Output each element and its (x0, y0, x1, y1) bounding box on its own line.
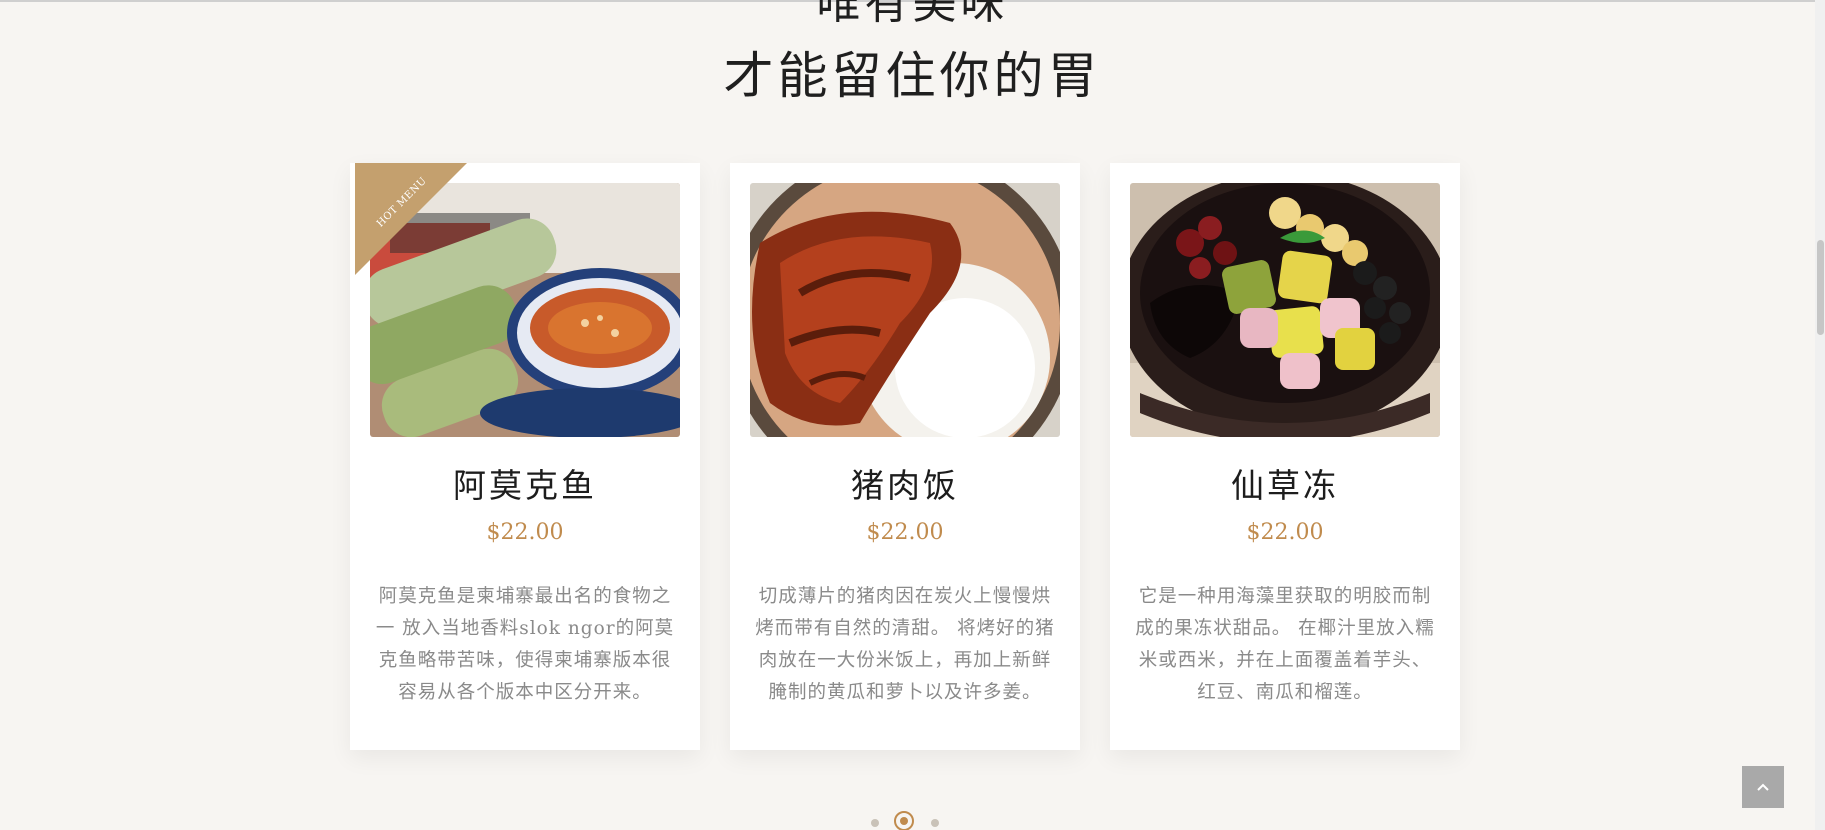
dish-description: 切成薄片的猪肉因在炭火上慢慢烘烤而带有自然的清甜。 将烤好的猪肉放在一大份米饭上… (755, 586, 1055, 703)
dish-description: 它是一种用海藻里获取的明胶而制成的果冻状甜品。 在椰汁里放入糯米或西米，并在上面… (1135, 586, 1435, 703)
menu-card-pork-rice[interactable]: 猪肉饭 $22.00 切成薄片的猪肉因在炭火上慢慢烘烤而带有自然的清甜。 将烤好… (730, 163, 1080, 750)
pager-dot-3[interactable] (931, 819, 939, 827)
section-heading-line1: 唯有美味 (816, 0, 1009, 29)
page: 唯有美味 才能留住你的胃 HOT MENU 阿莫克鱼 $22.00 阿莫克鱼是柬… (0, 0, 1825, 830)
dish-price: $22.00 (866, 520, 944, 545)
ribbon-shape (355, 163, 467, 275)
dish-price: $22.00 (486, 520, 564, 545)
back-to-top-button[interactable] (1742, 766, 1784, 808)
dish-name[interactable]: 阿莫克鱼 (350, 463, 700, 509)
chevron-up-icon (1757, 783, 1769, 791)
dish-photo-grass-jelly (1130, 183, 1440, 437)
pager-dot-2-active[interactable] (894, 811, 914, 830)
pager-dot-1[interactable] (871, 819, 879, 827)
dish-photo-pork-rice (750, 183, 1060, 437)
scrollbar-track[interactable] (1815, 0, 1825, 830)
dish-image-pork-rice[interactable] (750, 183, 1060, 437)
dish-price: $22.00 (1246, 520, 1324, 545)
menu-card-amok[interactable]: HOT MENU 阿莫克鱼 $22.00 阿莫克鱼是柬埔寨最出名的食物之一 放入… (350, 163, 700, 750)
hot-menu-ribbon: HOT MENU (355, 163, 467, 275)
menu-card-grass-jelly[interactable]: 仙草冻 $22.00 它是一种用海藻里获取的明胶而制成的果冻状甜品。 在椰汁里放… (1110, 163, 1460, 750)
dish-image-grass-jelly[interactable] (1130, 183, 1440, 437)
dish-description: 阿莫克鱼是柬埔寨最出名的食物之一 放入当地香料slok ngor的阿莫克鱼略带苦… (375, 586, 675, 703)
section-heading-line2: 才能留住你的胃 (723, 47, 1102, 105)
dish-name[interactable]: 猪肉饭 (730, 463, 1080, 509)
carousel-pager (0, 810, 1825, 830)
dish-name[interactable]: 仙草冻 (1110, 463, 1460, 509)
scrollbar-thumb[interactable] (1817, 240, 1824, 335)
